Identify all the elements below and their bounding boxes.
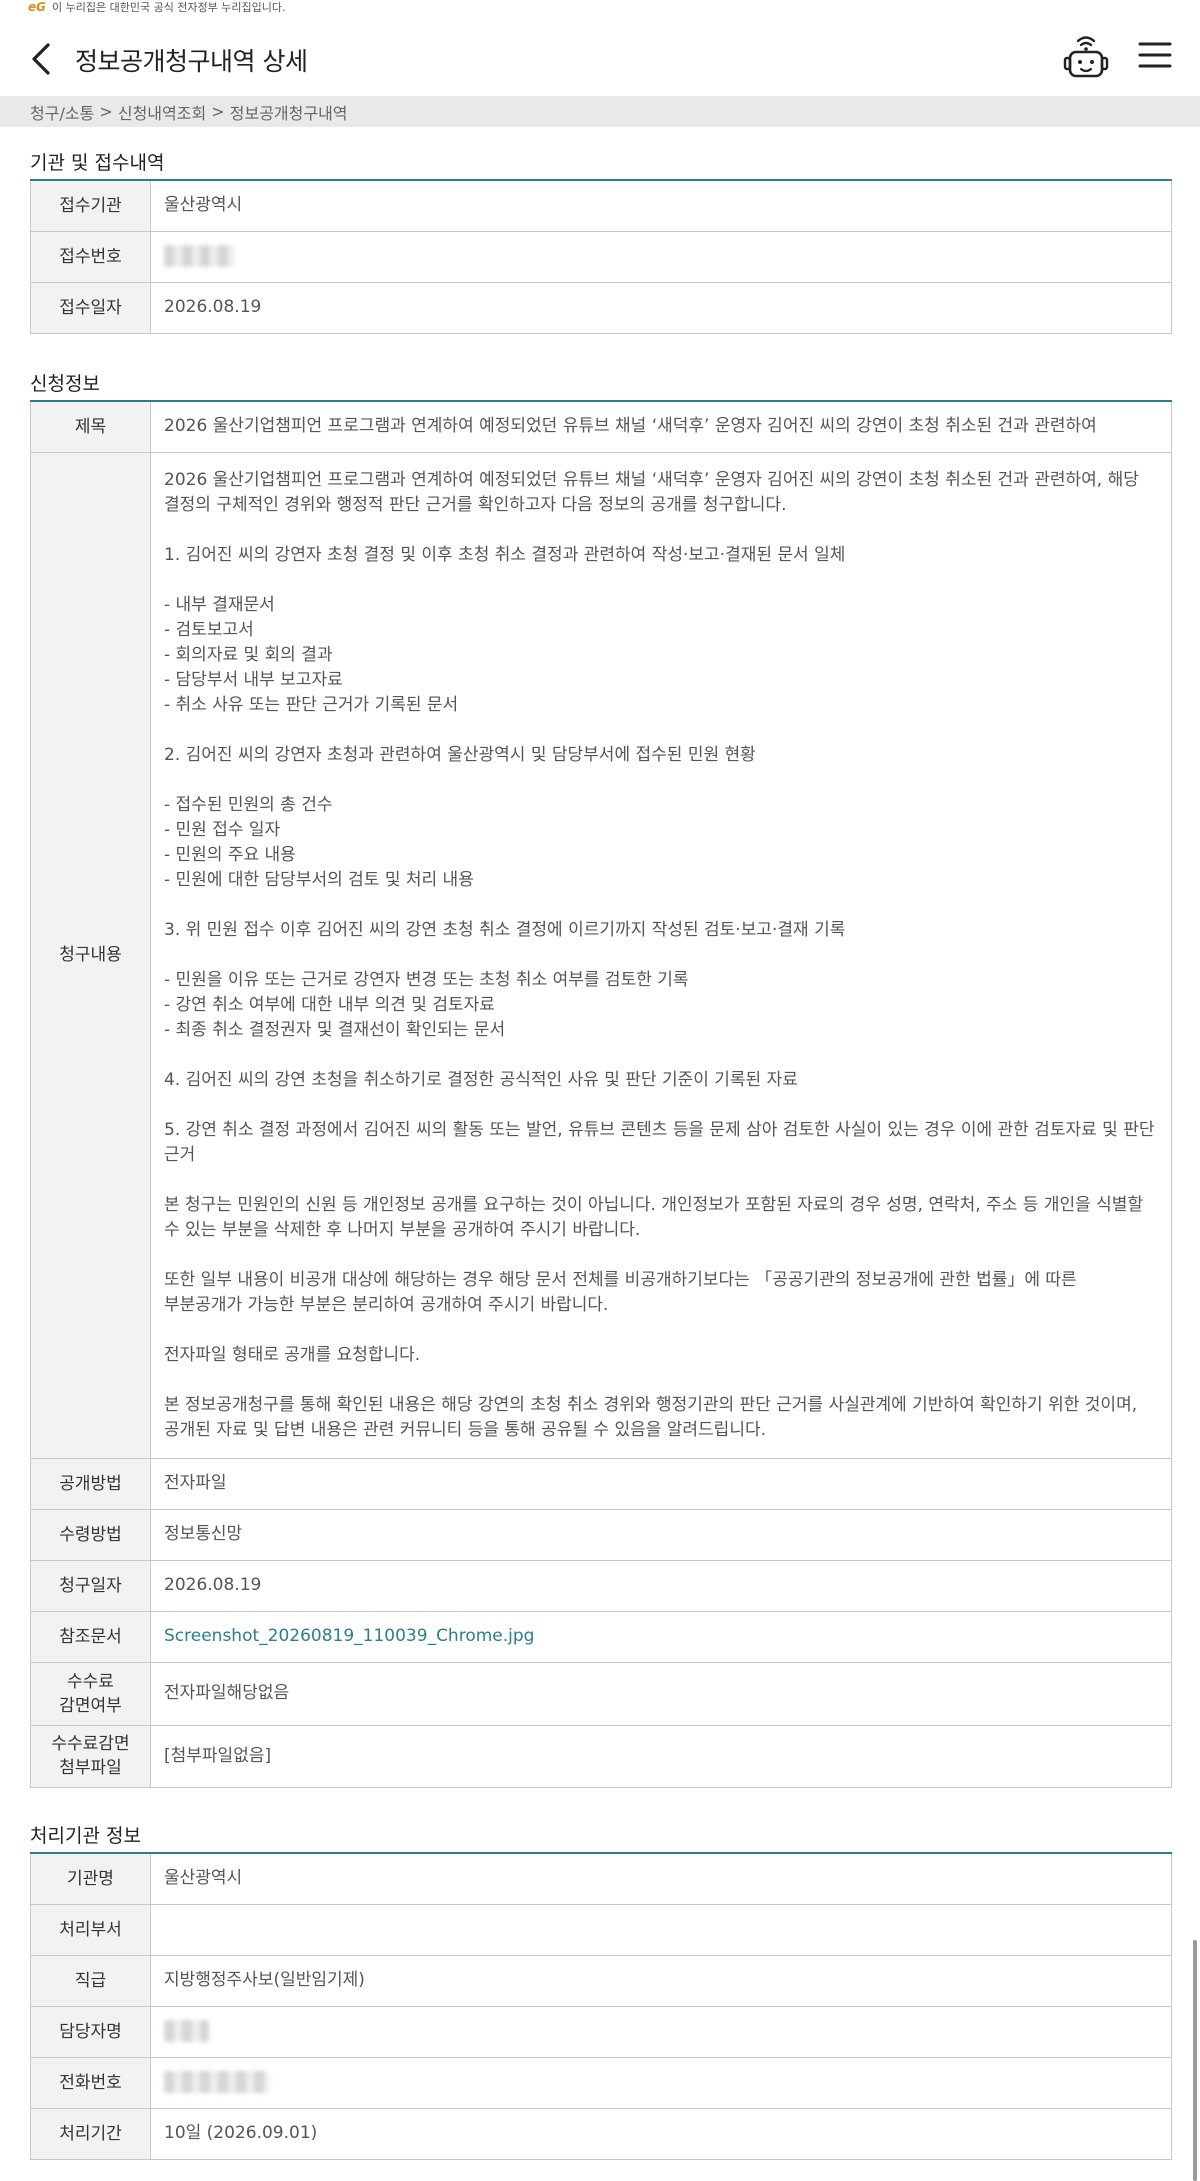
row-value: 정보통신망 [150, 1508, 1172, 1561]
breadcrumb-item[interactable]: 신청내역조회 [118, 100, 206, 124]
breadcrumb-item[interactable]: 청구/소통 [30, 100, 94, 124]
row-value: 2026.08.19 [150, 1559, 1172, 1612]
table-row: 제목 2026 울산기업챔피언 프로그램과 연계하여 예정되었던 유튜브 채널 … [30, 400, 1172, 453]
page-title: 정보공개청구내역 상세 [75, 47, 308, 76]
row-value: 전자파일 [150, 1457, 1172, 1510]
app-header: 정보공개청구내역 상세 [0, 24, 1200, 94]
back-button[interactable] [26, 42, 56, 76]
gov-banner-text: 이 누리집은 대한민국 공식 전자정부 누리집입니다. [52, 1, 286, 14]
subject-value: 2026 울산기업챔피언 프로그램과 연계하여 예정되었던 유튜브 채널 ‘새덕… [150, 400, 1172, 453]
row-label: 제목 [30, 400, 151, 453]
table-row: 접수일자 2026.08.19 [30, 281, 1172, 334]
row-value: 전자파일해당없음 [150, 1661, 1172, 1726]
chatbot-icon [1063, 36, 1109, 78]
row-value: 지방행정주사보(일반임기제) [150, 1954, 1172, 2007]
table-row: 수수료 감면여부 전자파일해당없음 [30, 1661, 1172, 1726]
row-label: 수령방법 [30, 1508, 151, 1561]
section-title-request: 신청정보 [30, 373, 100, 395]
row-label: 담당자명 [30, 2005, 151, 2058]
table-row: 접수번호 [30, 230, 1172, 283]
egov-logo: eG [28, 0, 46, 14]
row-value: 울산광역시 [150, 1852, 1172, 1905]
row-label: 수수료 감면여부 [30, 1661, 151, 1726]
row-label: 참조문서 [30, 1610, 151, 1663]
row-value: 울산광역시 [150, 179, 1172, 232]
row-value-redacted [150, 2056, 1172, 2109]
request-table: 제목 2026 울산기업챔피언 프로그램과 연계하여 예정되었던 유튜브 채널 … [30, 400, 1172, 1788]
table-row: 담당자명 [30, 2005, 1172, 2058]
chatbot-button[interactable] [1062, 32, 1110, 82]
reference-file-link[interactable]: Screenshot_20260819_110039_Chrome.jpg [164, 1626, 534, 1646]
row-label: 처리기간 [30, 2107, 151, 2160]
row-value-redacted [150, 230, 1172, 283]
breadcrumb-separator: > [206, 102, 230, 121]
table-row: 전화번호 [30, 2056, 1172, 2109]
scrollbar[interactable] [1193, 1940, 1197, 2181]
row-value: 10일 (2026.09.01) [150, 2107, 1172, 2160]
row-label: 공개방법 [30, 1457, 151, 1510]
table-row: 처리부서 [30, 1903, 1172, 1956]
row-value: [첨부파일없음] [150, 1724, 1172, 1788]
row-label: 청구내용 [30, 451, 151, 1459]
row-label: 수수료감면 첨부파일 [30, 1724, 151, 1788]
table-row: 참조문서 Screenshot_20260819_110039_Chrome.j… [30, 1610, 1172, 1663]
row-label: 접수일자 [30, 281, 151, 334]
table-row: 기관명 울산광역시 [30, 1852, 1172, 1905]
table-row: 청구내용 2026 울산기업챔피언 프로그램과 연계하여 예정되었던 유튜브 채… [30, 451, 1172, 1459]
table-row: 접수기관 울산광역시 [30, 179, 1172, 232]
gov-banner: eG 이 누리집은 대한민국 공식 전자정부 누리집입니다. [28, 0, 286, 14]
table-row: 수령방법 정보통신망 [30, 1508, 1172, 1561]
row-label: 직급 [30, 1954, 151, 2007]
row-value [150, 1903, 1172, 1956]
redacted-value [164, 2020, 209, 2042]
row-label: 청구일자 [30, 1559, 151, 1612]
row-label: 접수번호 [30, 230, 151, 283]
request-content: 2026 울산기업챔피언 프로그램과 연계하여 예정되었던 유튜브 채널 ‘새덕… [150, 451, 1172, 1459]
row-label: 기관명 [30, 1852, 151, 1905]
row-label: 접수기관 [30, 179, 151, 232]
table-row: 처리기간 10일 (2026.09.01) [30, 2107, 1172, 2160]
agency-table: 접수기관 울산광역시 접수번호 접수일자 2026.08.19 [30, 179, 1172, 334]
table-row: 수수료감면 첨부파일 [첨부파일없음] [30, 1724, 1172, 1788]
row-value: 2026.08.19 [150, 281, 1172, 334]
section-title-processing: 처리기관 정보 [30, 1825, 141, 1847]
breadcrumb: 청구/소통 > 신청내역조회 > 정보공개청구내역 [0, 96, 1200, 127]
menu-button[interactable] [1138, 40, 1172, 70]
breadcrumb-separator: > [94, 102, 118, 121]
table-row: 직급 지방행정주사보(일반임기제) [30, 1954, 1172, 2007]
hamburger-menu-icon [1138, 42, 1172, 68]
row-value: Screenshot_20260819_110039_Chrome.jpg [150, 1610, 1172, 1663]
section-title-agency: 기관 및 접수내역 [30, 152, 165, 174]
table-row: 청구일자 2026.08.19 [30, 1559, 1172, 1612]
row-label: 전화번호 [30, 2056, 151, 2109]
chevron-left-icon [32, 43, 50, 75]
processing-table: 기관명 울산광역시 처리부서 직급 지방행정주사보(일반임기제) 담당자명 전화… [30, 1852, 1172, 2160]
row-label: 처리부서 [30, 1903, 151, 1956]
row-value-redacted [150, 2005, 1172, 2058]
redacted-value [164, 245, 234, 267]
redacted-value [164, 2071, 269, 2093]
table-row: 공개방법 전자파일 [30, 1457, 1172, 1510]
breadcrumb-item: 정보공개청구내역 [229, 103, 348, 123]
